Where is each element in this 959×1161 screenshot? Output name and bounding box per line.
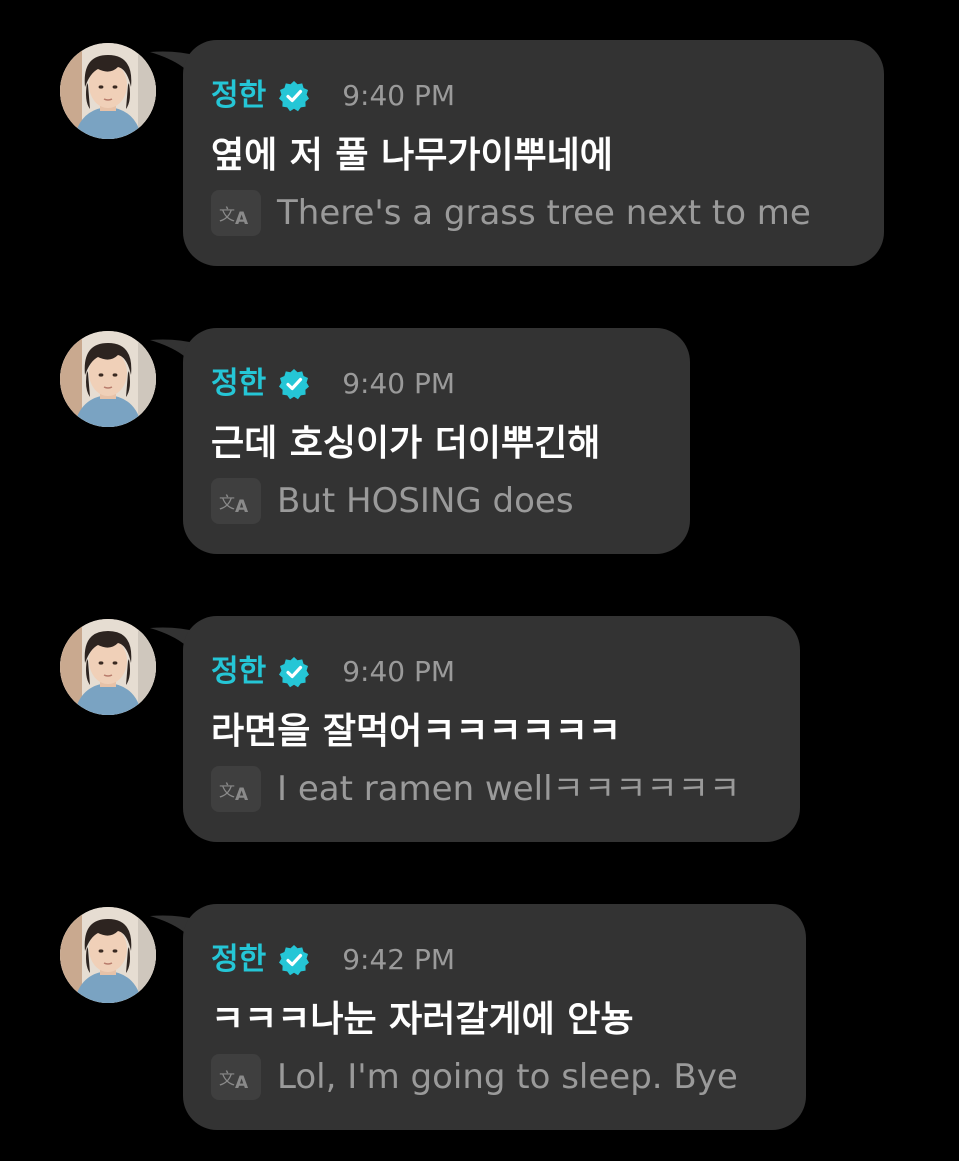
- message-bubble[interactable]: 정한 9:40 PM 옆에 저 풀 나무가이뿌네에 文 A There's a …: [183, 40, 884, 266]
- avatar[interactable]: [60, 907, 156, 1003]
- translation-text: But HOSING does: [277, 481, 574, 521]
- svg-text:文: 文: [219, 781, 235, 800]
- sender-name[interactable]: 정한: [211, 940, 266, 980]
- svg-text:A: A: [235, 497, 249, 515]
- translation-row: 文 A I eat ramen wellㅋㅋㅋㅋㅋㅋ: [211, 766, 740, 812]
- message-header: 정한 9:42 PM: [211, 940, 455, 980]
- translation-text: There's a grass tree next to me: [277, 193, 811, 233]
- verified-icon: [278, 944, 310, 976]
- translate-icon[interactable]: 文 A: [211, 190, 261, 236]
- avatar[interactable]: [60, 331, 156, 427]
- translation-text: Lol, I'm going to sleep. Bye: [277, 1057, 738, 1097]
- translation-row: 文 A But HOSING does: [211, 478, 574, 524]
- translate-icon[interactable]: 文 A: [211, 1054, 261, 1100]
- sender-name[interactable]: 정한: [211, 364, 266, 404]
- message-bubble[interactable]: 정한 9:42 PM ㅋㅋㅋ나눈 자러갈게에 안뇽 文 A Lol, I'm g…: [183, 904, 806, 1130]
- message-text: 근데 호싱이가 더이뿌긴해: [211, 423, 601, 464]
- message-row: 정한 9:40 PM 옆에 저 풀 나무가이뿌네에 文 A There's a …: [0, 40, 959, 266]
- message-header: 정한 9:40 PM: [211, 652, 455, 692]
- message-timestamp: 9:40 PM: [342, 367, 456, 400]
- message-header: 정한 9:40 PM: [211, 76, 455, 116]
- translation-row: 文 A Lol, I'm going to sleep. Bye: [211, 1054, 738, 1100]
- message-text: 라면을 잘먹어ㅋㅋㅋㅋㅋㅋ: [211, 711, 621, 752]
- svg-text:文: 文: [219, 493, 235, 512]
- message-text: 옆에 저 풀 나무가이뿌네에: [211, 135, 613, 176]
- message-timestamp: 9:40 PM: [342, 79, 456, 112]
- svg-text:A: A: [235, 209, 249, 227]
- verified-icon: [278, 368, 310, 400]
- svg-text:A: A: [235, 1073, 249, 1091]
- message-bubble[interactable]: 정한 9:40 PM 근데 호싱이가 더이뿌긴해 文 A But HOSING …: [183, 328, 690, 554]
- verified-icon: [278, 656, 310, 688]
- message-header: 정한 9:40 PM: [211, 364, 455, 404]
- sender-name[interactable]: 정한: [211, 652, 266, 692]
- message-row: 정한 9:42 PM ㅋㅋㅋ나눈 자러갈게에 안뇽 文 A Lol, I'm g…: [0, 904, 959, 1130]
- translation-text: I eat ramen wellㅋㅋㅋㅋㅋㅋ: [277, 769, 741, 809]
- svg-text:文: 文: [219, 1069, 235, 1088]
- translate-icon[interactable]: 文 A: [211, 478, 261, 524]
- chat-message-list: 정한 9:40 PM 옆에 저 풀 나무가이뿌네에 文 A There's a …: [0, 0, 959, 1161]
- avatar[interactable]: [60, 619, 156, 715]
- translation-row: 文 A There's a grass tree next to me: [211, 190, 811, 236]
- verified-icon: [278, 80, 310, 112]
- svg-text:文: 文: [219, 205, 235, 224]
- avatar[interactable]: [60, 43, 156, 139]
- message-bubble[interactable]: 정한 9:40 PM 라면을 잘먹어ㅋㅋㅋㅋㅋㅋ 文 A I eat ramen…: [183, 616, 800, 842]
- message-timestamp: 9:40 PM: [342, 655, 456, 688]
- message-timestamp: 9:42 PM: [342, 943, 456, 976]
- message-row: 정한 9:40 PM 라면을 잘먹어ㅋㅋㅋㅋㅋㅋ 文 A I eat ramen…: [0, 616, 959, 842]
- message-row: 정한 9:40 PM 근데 호싱이가 더이뿌긴해 文 A But HOSING …: [0, 328, 959, 554]
- sender-name[interactable]: 정한: [211, 76, 266, 116]
- svg-text:A: A: [235, 785, 249, 803]
- translate-icon[interactable]: 文 A: [211, 766, 261, 812]
- message-text: ㅋㅋㅋ나눈 자러갈게에 안뇽: [211, 999, 634, 1040]
